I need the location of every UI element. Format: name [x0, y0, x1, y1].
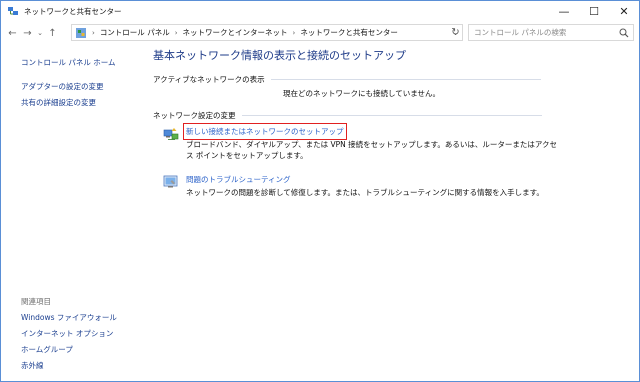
- no-network-message: 現在どのネットワークにも接続していません。: [283, 89, 441, 98]
- sidebar-item-windows-firewall[interactable]: Windows ファイアウォール: [21, 312, 117, 323]
- recent-locations-button[interactable]: ⌄: [35, 24, 45, 42]
- section-divider: [241, 115, 542, 116]
- network-setup-icon: [163, 128, 179, 140]
- back-button[interactable]: ←: [5, 24, 20, 42]
- caption-buttons: — ☐ ✕: [549, 1, 639, 21]
- app-window: ネットワークと共有センター — ☐ ✕ ← → ⌄ ↑ › コントロール パネル…: [0, 0, 640, 382]
- title-bar[interactable]: ネットワークと共有センター — ☐ ✕: [1, 1, 639, 21]
- troubleshoot-problems-description: ネットワークの問題を診断して修復します。または、トラブルシューティングに関する情…: [186, 188, 544, 197]
- forward-button[interactable]: →: [20, 24, 35, 42]
- task-setup-connection: 新しい接続またはネットワークのセットアップ ブロードバンド、ダイヤルアップ、また…: [163, 123, 558, 162]
- sidebar-item-adapter-settings[interactable]: アダプターの設定の変更: [21, 81, 104, 92]
- maximize-button[interactable]: ☐: [579, 1, 609, 21]
- change-settings-heading: ネットワーク設定の変更: [153, 111, 236, 120]
- search-icon[interactable]: [619, 28, 629, 38]
- setup-new-connection-link[interactable]: 新しい接続またはネットワークのセットアップ: [183, 123, 347, 140]
- active-networks-section: アクティブなネットワークの表示: [153, 74, 541, 85]
- sidebar: コントロール パネル ホーム アダプターの設定の変更 共有の詳細設定の変更 関連…: [1, 45, 141, 381]
- breadcrumb-network-internet[interactable]: ネットワークとインターネット: [183, 27, 288, 38]
- breadcrumb-control-panel[interactable]: コントロール パネル: [100, 27, 170, 38]
- close-button[interactable]: ✕: [609, 1, 639, 21]
- address-box[interactable]: › コントロール パネル › ネットワークとインターネット › ネットワークと共…: [71, 24, 463, 41]
- related-heading: 関連項目: [21, 297, 51, 306]
- refresh-button[interactable]: ↻: [448, 25, 463, 39]
- address-bar: ← → ⌄ ↑ › コントロール パネル › ネットワークとインターネット › …: [1, 23, 639, 43]
- task-troubleshoot: 問題のトラブルシューティング ネットワークの問題を診断して修復します。または、ト…: [163, 174, 558, 202]
- search-input[interactable]: [474, 28, 620, 37]
- control-panel-icon: [76, 27, 86, 38]
- troubleshoot-icon: [163, 175, 178, 188]
- breadcrumb-network-sharing-center[interactable]: ネットワークと共有センター: [300, 27, 398, 38]
- search-box: [468, 24, 634, 41]
- network-center-icon: [8, 7, 18, 15]
- active-networks-heading: アクティブなネットワークの表示: [153, 75, 265, 84]
- sidebar-item-control-panel-home[interactable]: コントロール パネル ホーム: [21, 57, 116, 68]
- page-title: 基本ネットワーク情報の表示と接続のセットアップ: [153, 49, 406, 62]
- sidebar-item-advanced-sharing[interactable]: 共有の詳細設定の変更: [21, 97, 96, 108]
- breadcrumb-separator: ›: [92, 28, 95, 37]
- sidebar-item-internet-options[interactable]: インターネット オプション: [21, 328, 113, 339]
- troubleshoot-problems-link[interactable]: 問題のトラブルシューティング: [186, 174, 291, 185]
- change-settings-section: ネットワーク設定の変更: [153, 110, 542, 121]
- breadcrumb-separator: ›: [174, 28, 178, 37]
- window-title: ネットワークと共有センター: [24, 6, 122, 16]
- section-divider: [270, 79, 541, 80]
- setup-new-connection-description: ブロードバンド、ダイヤルアップ、または VPN 接続をセットアップします。あるい…: [186, 140, 558, 160]
- minimize-button[interactable]: —: [549, 1, 579, 21]
- sidebar-item-homegroup[interactable]: ホームグループ: [21, 344, 73, 355]
- up-button[interactable]: ↑: [45, 24, 60, 42]
- breadcrumb-separator: ›: [292, 28, 296, 37]
- sidebar-item-infrared[interactable]: 赤外線: [21, 360, 44, 371]
- main-content: 基本ネットワーク情報の表示と接続のセットアップ アクティブなネットワークの表示 …: [153, 45, 557, 381]
